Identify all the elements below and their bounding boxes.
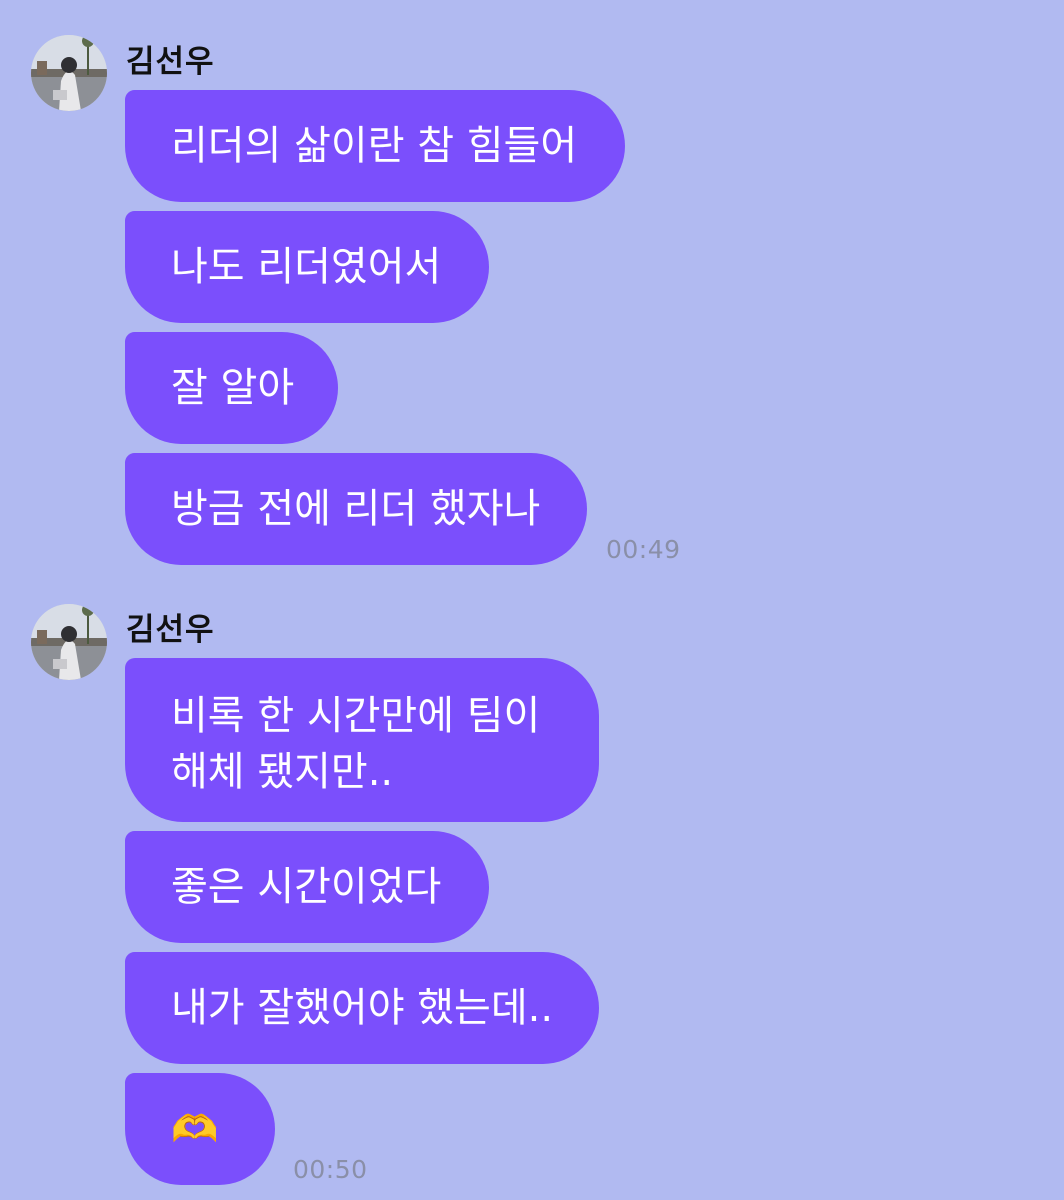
message-text: 내가 잘했어야 했는데..: [171, 985, 554, 1031]
heart-hands-icon: 🫶: [171, 1107, 219, 1151]
message-bubble[interactable]: 🫶: [125, 1073, 275, 1185]
message-group: 김선우 비록 한 시간만에 팀이 해체 됐지만.. 좋은 시간이었다 내가 잘했…: [0, 0, 1064, 1200]
sender-name: 김선우: [126, 612, 215, 648]
profile-photo-icon: [31, 604, 107, 680]
message-bubble[interactable]: 비록 한 시간만에 팀이 해체 됐지만..: [125, 658, 599, 822]
avatar[interactable]: [31, 604, 107, 680]
message-timestamp: 00:50: [293, 1155, 368, 1184]
message-text: 좋은 시간이었다: [171, 864, 442, 910]
message-bubble[interactable]: 좋은 시간이었다: [125, 831, 489, 943]
message-text-line: 해체 됐지만..: [171, 749, 394, 795]
message-bubble[interactable]: 내가 잘했어야 했는데..: [125, 952, 599, 1064]
message-text-line: 비록 한 시간만에 팀이: [171, 693, 541, 739]
